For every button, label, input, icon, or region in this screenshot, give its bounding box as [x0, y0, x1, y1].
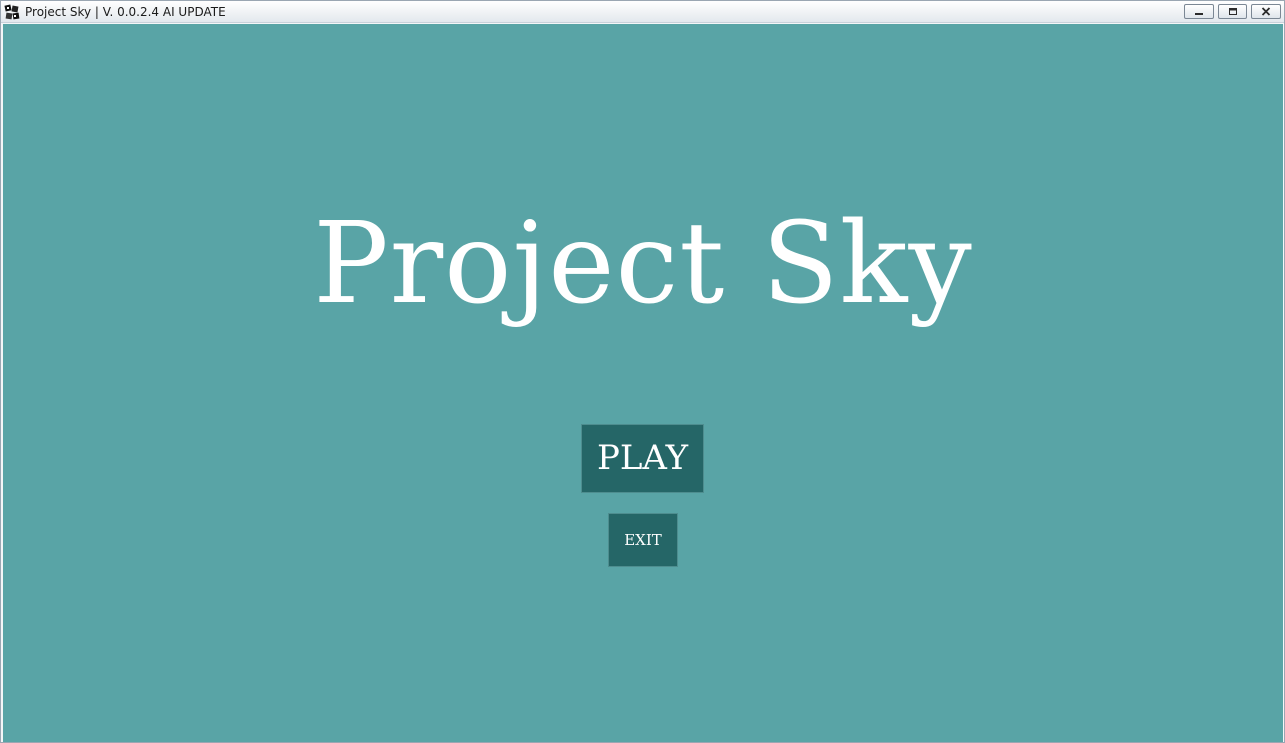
close-icon: [1252, 7, 1280, 16]
maximize-icon: [1219, 7, 1246, 16]
exit-button[interactable]: EXIT: [608, 513, 678, 567]
maximize-button[interactable]: [1218, 4, 1247, 19]
play-button[interactable]: PLAY: [581, 424, 704, 493]
minimize-icon: [1185, 7, 1213, 16]
minimize-button[interactable]: [1184, 4, 1214, 19]
title-bar[interactable]: Project Sky | V. 0.0.2.4 AI UPDATE: [1, 1, 1284, 23]
game-main-menu: Project Sky PLAY EXIT: [3, 24, 1283, 742]
close-button[interactable]: [1251, 4, 1281, 19]
app-icon: [4, 4, 20, 20]
app-window: Project Sky | V. 0.0.2.4 AI UPDATE Proje…: [0, 0, 1285, 743]
window-title: Project Sky | V. 0.0.2.4 AI UPDATE: [25, 5, 226, 19]
game-title: Project Sky: [313, 199, 973, 329]
